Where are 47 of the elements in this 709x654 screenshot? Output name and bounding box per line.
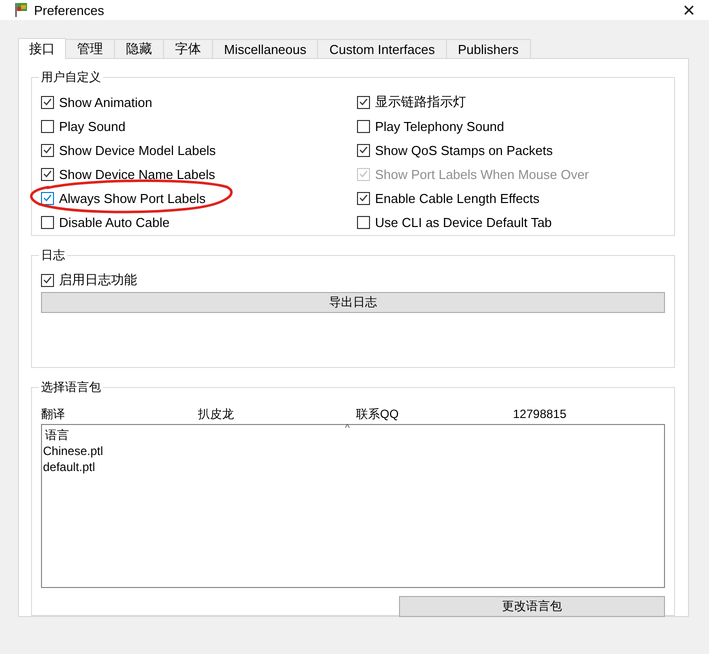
- info-text: 扒皮龙: [198, 406, 235, 422]
- checkbox[interactable]: [357, 144, 370, 156]
- option-label: 显示链路指示灯: [375, 93, 466, 111]
- option-label: Show Port Labels When Mouse Over: [375, 166, 589, 182]
- checkbox[interactable]: [357, 216, 370, 228]
- checkbox[interactable]: [41, 120, 54, 132]
- export-log-button[interactable]: 导出日志: [41, 292, 665, 314]
- checkbox[interactable]: [357, 120, 370, 132]
- window-title: Preferences: [34, 2, 106, 18]
- checkbox[interactable]: [41, 96, 54, 108]
- option-label: Play Sound: [59, 118, 126, 134]
- tab[interactable]: 接口: [18, 38, 66, 59]
- close-button[interactable]: ✕: [669, 0, 709, 20]
- checkbox[interactable]: [41, 168, 54, 180]
- option-label: Play Telephony Sound: [375, 118, 504, 134]
- checkbox[interactable]: [357, 96, 370, 108]
- option-label: Enable Cable Length Effects: [375, 190, 540, 206]
- info-text: 联系QQ: [356, 406, 400, 422]
- language-list[interactable]: ^ 语言 Chinese.ptl default.ptl: [41, 424, 665, 588]
- list-item[interactable]: Chinese.ptl: [43, 443, 664, 459]
- option-label: Show QoS Stamps on Packets: [375, 142, 553, 158]
- info-text: 12798815: [513, 407, 568, 421]
- checkbox[interactable]: [41, 274, 54, 287]
- option-label: Always Show Port Labels: [59, 190, 206, 206]
- checkbox[interactable]: [357, 192, 370, 204]
- column-header[interactable]: 语言: [43, 427, 664, 443]
- info-text: 翻译: [41, 406, 66, 422]
- flag-icon: [14, 2, 28, 18]
- option-label: Show Animation: [59, 94, 152, 110]
- option-label: Use CLI as Device Default Tab: [375, 214, 552, 230]
- checkbox[interactable]: [41, 216, 54, 228]
- list-item[interactable]: default.ptl: [43, 459, 664, 475]
- checkbox[interactable]: [41, 192, 54, 204]
- option-label: 启用日志功能: [59, 271, 137, 290]
- tab[interactable]: 隐藏: [114, 39, 164, 58]
- change-language-button[interactable]: 更改语言包: [399, 596, 665, 617]
- sort-indicator: ^: [345, 424, 350, 434]
- tab[interactable]: Publishers: [446, 39, 531, 58]
- option-label: Show Device Name Labels: [59, 166, 216, 182]
- option-label: Disable Auto Cable: [59, 214, 170, 230]
- group-title: 选择语言包: [40, 379, 102, 396]
- checkbox[interactable]: [41, 144, 54, 156]
- tab[interactable]: 管理: [65, 39, 115, 58]
- option-label: Show Device Model Labels: [59, 142, 216, 158]
- group-title: 日志: [40, 247, 66, 264]
- group-title: 用户自定义: [40, 69, 102, 86]
- tab[interactable]: 字体: [163, 39, 213, 58]
